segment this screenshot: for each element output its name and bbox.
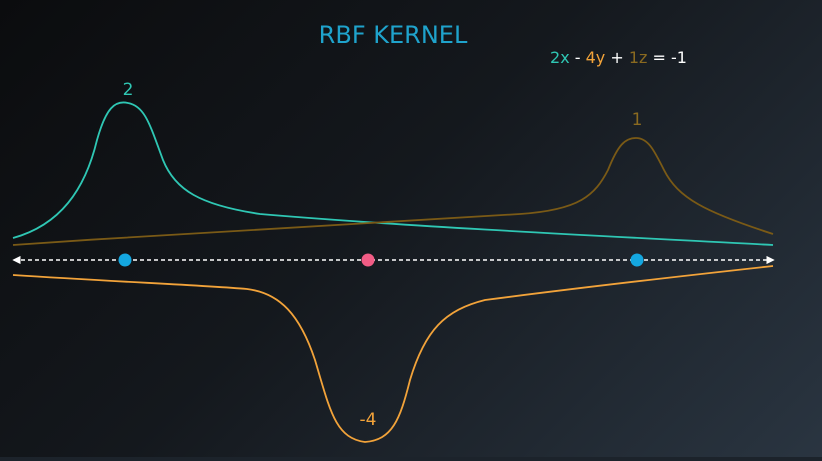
equation-coef-y: 4 <box>586 48 596 67</box>
equation-coef-z: 1 <box>629 48 639 67</box>
orange-valley-label: -4 <box>360 410 377 430</box>
rbf-kernel-diagram: RBF KERNEL 2x - 4y + 1z = -1 2 1 -4 <box>12 21 775 443</box>
equation-var-z: z <box>639 48 647 67</box>
brown-peak-label: 1 <box>632 110 643 130</box>
teal-peak-label: 2 <box>123 80 134 100</box>
equation-op-plus: + <box>605 48 629 67</box>
equation-var-x: x <box>560 48 569 67</box>
orange-rbf-curve <box>12 265 774 443</box>
equation-rhs: = -1 <box>647 48 687 67</box>
point-blue-right <box>630 253 644 267</box>
point-blue-left <box>118 253 132 267</box>
equation-var-y: y <box>596 48 605 67</box>
point-pink-center <box>361 253 375 267</box>
equation: 2x - 4y + 1z = -1 <box>550 48 687 67</box>
equation-coef-x: 2 <box>550 48 560 67</box>
teal-rbf-curve <box>12 101 774 246</box>
brown-rbf-curve <box>12 137 774 246</box>
equation-op-minus: - <box>570 48 586 67</box>
page-title: RBF KERNEL <box>319 21 468 49</box>
bottom-bar <box>0 457 822 461</box>
